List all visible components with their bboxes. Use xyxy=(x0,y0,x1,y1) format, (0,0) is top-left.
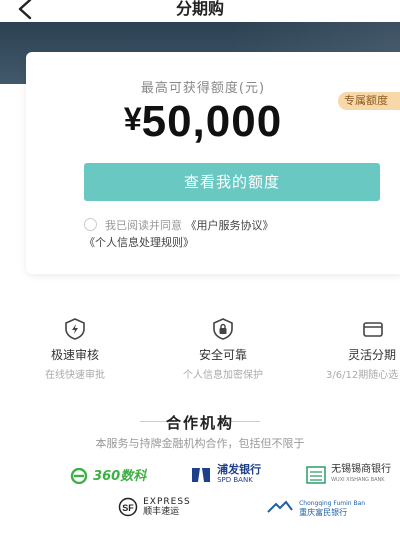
lock-shield-icon xyxy=(213,318,233,340)
quota-card: 最高可获得额度(元) 专属额度 ¥50,000 查看我的额度 我已阅读并同意 《… xyxy=(26,52,400,274)
agree-prefix: 我已阅读并同意 xyxy=(105,219,182,232)
feature-flexible: 灵活分期 3/6/12期随心选 xyxy=(316,318,400,381)
partner-logo-spdb: 浦发银行 SPD BANK xyxy=(190,464,261,484)
partner-sub: WUXI XISHANG BANK xyxy=(331,476,385,483)
amount-value: 50,000 xyxy=(141,97,283,146)
feature-sub: 在线快速审批 xyxy=(45,370,105,381)
lightning-shield-icon xyxy=(65,318,85,340)
feature-title: 安全可靠 xyxy=(198,348,247,362)
user-service-agreement-link[interactable]: 《用户服务协议》 xyxy=(186,219,274,232)
partners-subtitle: 本服务与持牌金融机构合作，包括但不限于 xyxy=(95,437,305,450)
partner-name: 无锡锡商银行 xyxy=(331,463,392,475)
partner-logo-wuxi-xishang: 无锡锡商银行 WUXI XISHANG BANK xyxy=(306,464,391,484)
quota-label: 最高可获得额度(元) xyxy=(140,81,266,96)
partner-sub: 顺丰速运 xyxy=(143,506,180,517)
partner-name: 浦发银行 xyxy=(217,462,262,476)
quota-amount: ¥50,000 xyxy=(26,97,380,147)
partner-name: Chongqing Fumin Ban xyxy=(299,499,366,507)
partner-sub: SPD BANK xyxy=(217,475,253,484)
nav-bar: 分期购 xyxy=(0,0,400,22)
svg-text:SF: SF xyxy=(122,503,134,513)
agreement-row: 我已阅读并同意 《用户服务协议》 《个人信息处理规则》 xyxy=(84,217,384,251)
feature-fast-review: 极速审核 在线快速审批 xyxy=(15,318,135,381)
partner-name: 360数科 xyxy=(93,469,147,484)
privacy-rules-link[interactable]: 《个人信息处理规则》 xyxy=(84,236,194,249)
feature-title: 极速审核 xyxy=(50,348,99,362)
fumin-bank-logo-icon xyxy=(267,499,293,513)
features-row: 极速审核 在线快速审批 安全可靠 个人信息加密保护 灵活分期 3/6/12期随心… xyxy=(0,318,400,381)
feature-title: 灵活分期 xyxy=(348,348,397,362)
view-quota-button[interactable]: 查看我的额度 xyxy=(84,163,380,201)
partner-name: EXPRESS xyxy=(143,496,191,507)
card-icon xyxy=(363,322,383,337)
currency-symbol: ¥ xyxy=(123,101,142,137)
feature-safe: 安全可靠 个人信息加密保护 xyxy=(163,318,283,381)
partner-logo-fumin-bank: Chongqing Fumin Ban 重庆富民银行 xyxy=(266,497,365,517)
feature-sub: 3/6/12期随心选 xyxy=(326,370,399,381)
partner-sub: 重庆富民银行 xyxy=(299,507,348,517)
sf-logo-icon: SF xyxy=(118,497,138,516)
spd-bank-logo-icon xyxy=(192,467,210,482)
partner-logo-360: 360数科 xyxy=(70,465,146,485)
agree-radio[interactable] xyxy=(84,218,97,231)
wuxi-bank-logo-icon xyxy=(306,465,326,484)
360-logo-icon xyxy=(70,467,88,484)
partner-logo-sf-express: SF EXPRESS 顺丰速运 xyxy=(118,496,191,517)
partners-title: 合作机构 xyxy=(165,414,234,432)
feature-sub: 个人信息加密保护 xyxy=(183,370,263,381)
page-title: 分期购 xyxy=(175,0,224,18)
